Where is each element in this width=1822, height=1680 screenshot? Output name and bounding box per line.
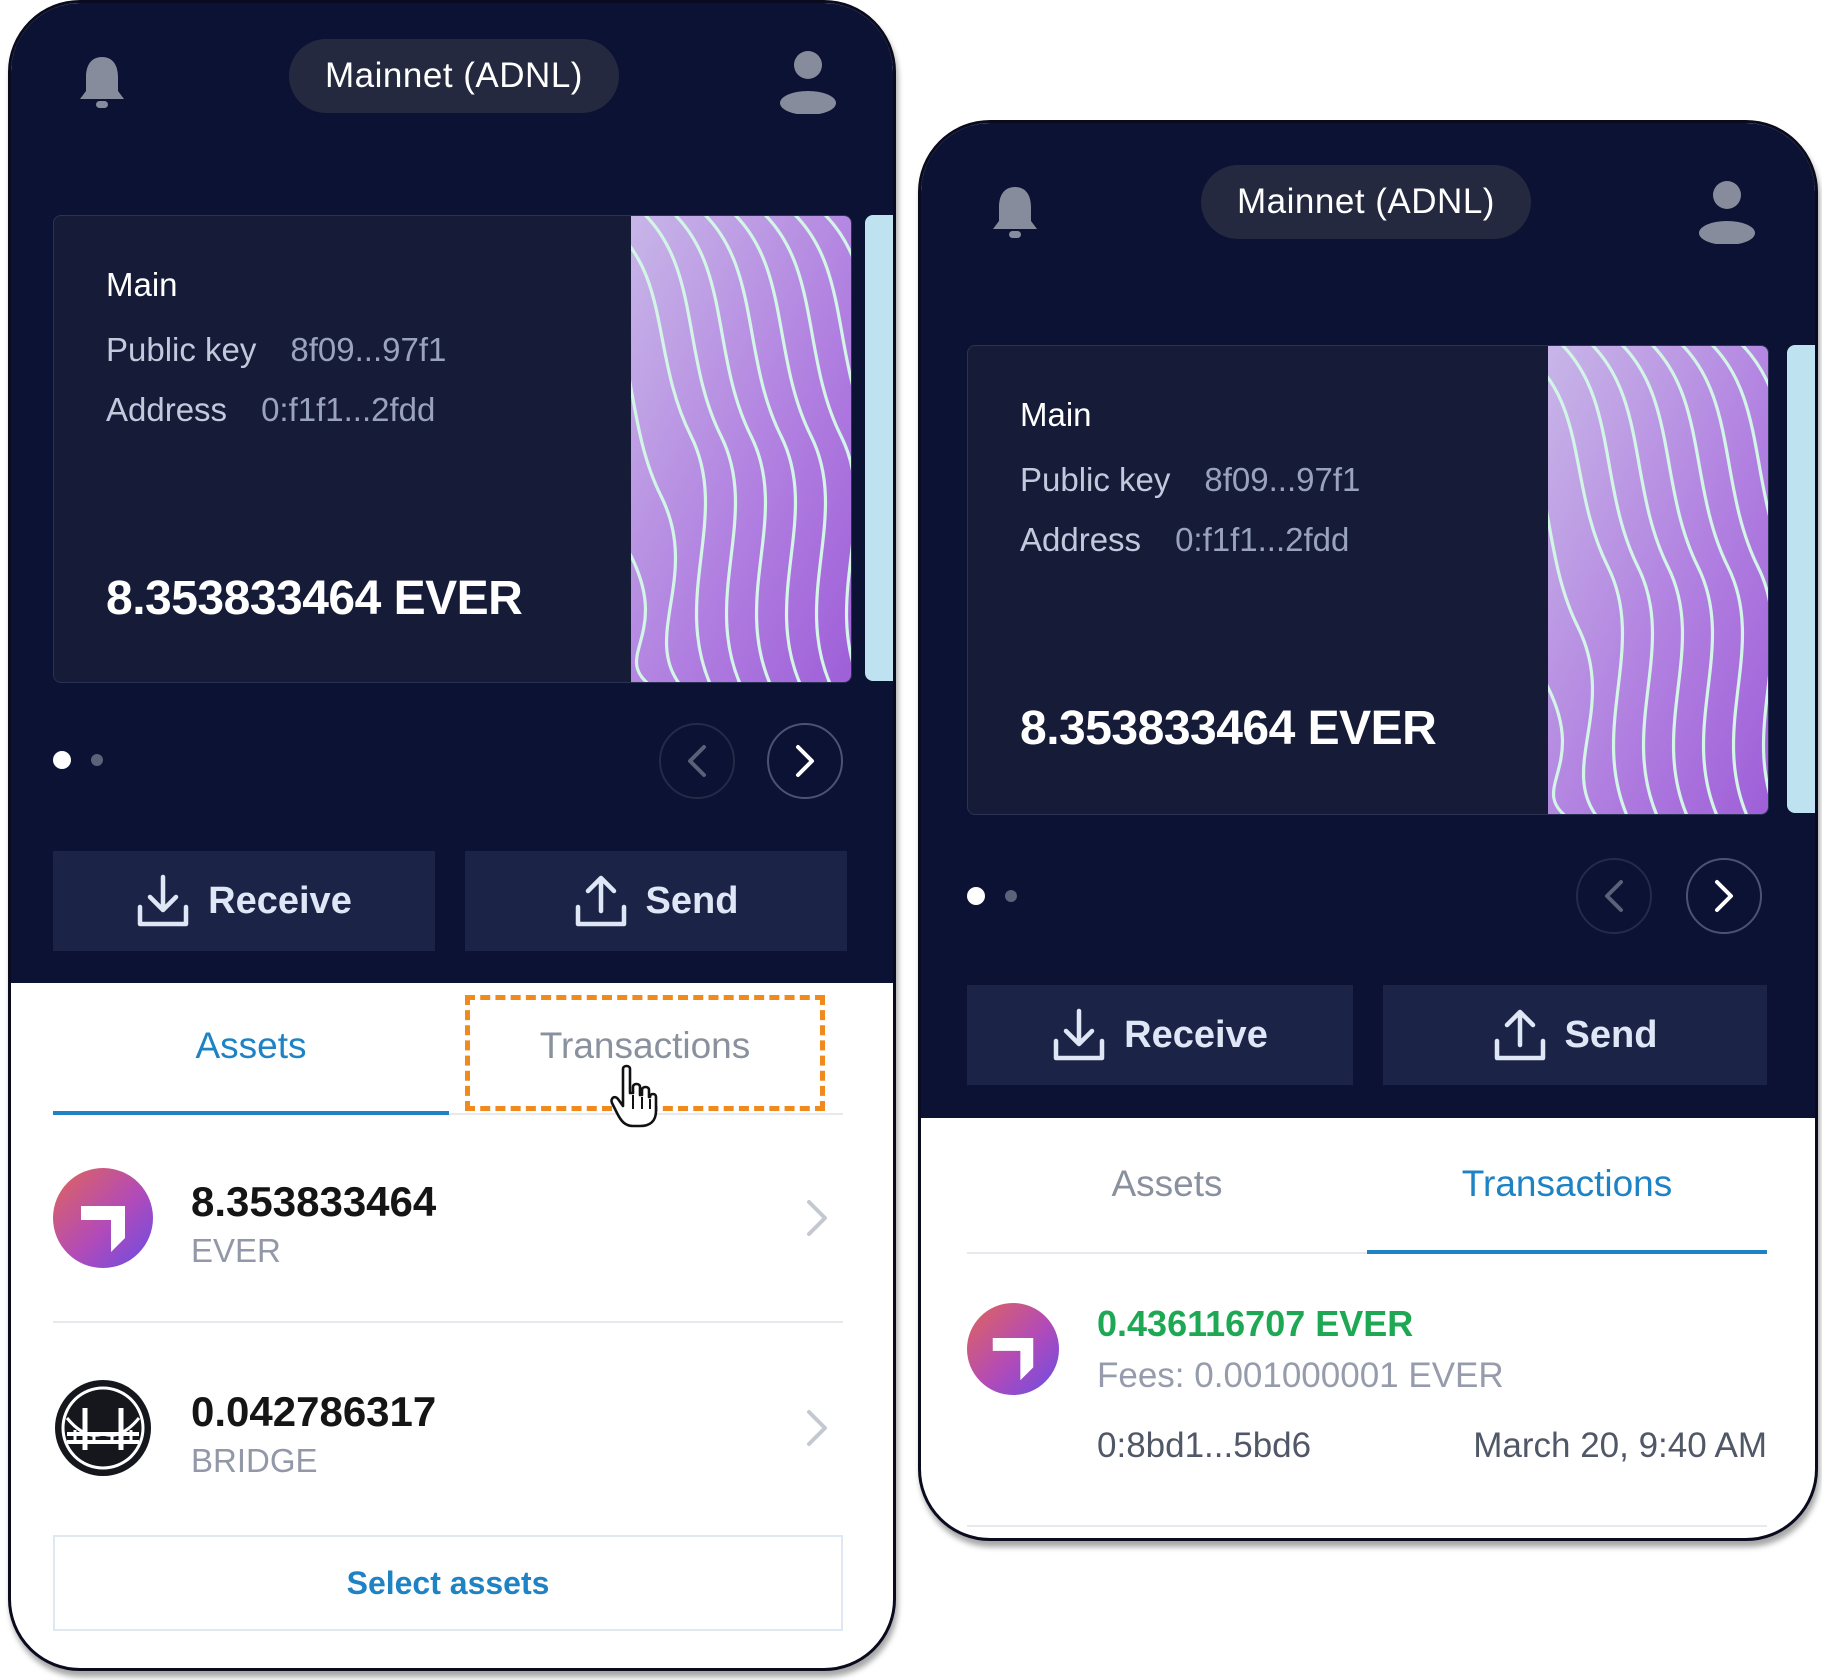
public-key-row: Public key 8f09...97f1 xyxy=(106,331,446,369)
send-button[interactable]: Send xyxy=(465,851,847,951)
address-label: Address xyxy=(1020,521,1142,558)
chevron-left-icon xyxy=(1605,880,1623,912)
account-name: Main xyxy=(1020,396,1092,433)
previous-account-button[interactable] xyxy=(659,723,735,799)
receive-button[interactable]: Receive xyxy=(53,851,435,951)
send-label: Send xyxy=(1564,1013,1658,1056)
asset-divider xyxy=(53,1321,843,1323)
carousel-dot-active[interactable] xyxy=(53,751,71,769)
chevron-right-icon xyxy=(1715,880,1733,912)
card-wave-pattern xyxy=(631,216,851,682)
account-balance: 8.353833464 EVER xyxy=(106,572,523,625)
public-key-value[interactable]: 8f09...97f1 xyxy=(1204,461,1360,498)
chevron-right-icon xyxy=(807,1410,827,1446)
next-account-card-peek[interactable] xyxy=(1787,345,1815,813)
asset-symbol: BRIDGE xyxy=(191,1442,318,1479)
asset-amount: 8.353833464 xyxy=(191,1178,437,1225)
receive-button[interactable]: Receive xyxy=(967,985,1353,1085)
bridge-token-icon xyxy=(55,1380,151,1476)
upload-icon xyxy=(575,875,626,927)
active-tab-indicator xyxy=(53,1111,449,1115)
asset-symbol: EVER xyxy=(191,1232,281,1269)
address-value[interactable]: 0:f1f1...2fdd xyxy=(1175,521,1349,558)
next-account-button[interactable] xyxy=(1686,858,1762,934)
notification-bell-icon[interactable] xyxy=(989,183,1041,243)
user-profile-icon[interactable] xyxy=(777,48,839,114)
address-row: Address 0:f1f1...2fdd xyxy=(106,391,435,429)
carousel-dot[interactable] xyxy=(1005,890,1017,902)
transaction-divider xyxy=(967,1525,1767,1527)
transaction-fees: Fees: 0.001000001 EVER xyxy=(1097,1356,1504,1395)
tab-assets[interactable]: Assets xyxy=(53,1025,449,1067)
wallet-screen-assets: Mainnet (ADNL) Main Public key 8f09...97f… xyxy=(8,0,896,1671)
account-balance: 8.353833464 EVER xyxy=(1020,702,1437,755)
network-selector[interactable]: Mainnet (ADNL) xyxy=(1201,165,1531,239)
notification-bell-icon[interactable] xyxy=(76,53,128,113)
transaction-date: March 20, 9:40 AM xyxy=(1473,1426,1767,1465)
tab-transactions[interactable]: Transactions xyxy=(1367,1163,1767,1205)
public-key-value[interactable]: 8f09...97f1 xyxy=(290,331,446,368)
wallet-screen-transactions: Mainnet (ADNL) Main Public key 8f09...97f… xyxy=(918,120,1818,1541)
chevron-right-icon xyxy=(796,745,814,777)
send-button[interactable]: Send xyxy=(1383,985,1767,1085)
download-icon xyxy=(1053,1008,1105,1061)
address-value[interactable]: 0:f1f1...2fdd xyxy=(261,391,435,428)
transaction-address[interactable]: 0:8bd1...5bd6 xyxy=(1097,1426,1311,1466)
account-card[interactable]: Main Public key 8f09...97f1 Address 0:f1f1… xyxy=(53,215,852,683)
active-tab-indicator xyxy=(1367,1250,1767,1254)
ever-token-icon xyxy=(967,1303,1059,1395)
account-name: Main xyxy=(106,266,178,303)
select-assets-button[interactable]: Select assets xyxy=(53,1535,843,1631)
asset-row-ever[interactable]: 8.353833464 EVER xyxy=(53,1168,843,1318)
public-key-label: Public key xyxy=(1020,461,1171,498)
hand-pointer-cursor-icon xyxy=(610,1064,658,1128)
ever-token-icon xyxy=(53,1168,153,1268)
asset-amount: 0.042786317 xyxy=(191,1388,437,1435)
tab-transactions[interactable]: Transactions xyxy=(465,1025,825,1067)
account-card[interactable]: Main Public key 8f09...97f1 Address 0:f1f1… xyxy=(967,345,1769,815)
public-key-row: Public key 8f09...97f1 xyxy=(1020,461,1360,499)
public-key-label: Public key xyxy=(106,331,257,368)
receive-label: Receive xyxy=(1124,1013,1268,1056)
asset-row-bridge[interactable]: 0.042786317 BRIDGE xyxy=(53,1378,843,1528)
chevron-right-icon xyxy=(807,1200,827,1236)
chevron-left-icon xyxy=(688,745,706,777)
tab-assets[interactable]: Assets xyxy=(967,1163,1367,1205)
upload-icon xyxy=(1494,1009,1545,1061)
address-label: Address xyxy=(106,391,228,428)
transaction-amount[interactable]: 0.436116707 EVER xyxy=(1097,1303,1413,1345)
carousel-dot-active[interactable] xyxy=(967,887,985,905)
next-account-button[interactable] xyxy=(767,723,843,799)
carousel-dot[interactable] xyxy=(91,754,103,766)
network-selector[interactable]: Mainnet (ADNL) xyxy=(289,39,619,113)
next-account-card-peek[interactable] xyxy=(865,215,893,681)
send-label: Send xyxy=(645,879,739,922)
user-profile-icon[interactable] xyxy=(1696,178,1758,244)
receive-label: Receive xyxy=(208,879,352,922)
previous-account-button[interactable] xyxy=(1576,858,1652,934)
address-row: Address 0:f1f1...2fdd xyxy=(1020,521,1349,559)
download-icon xyxy=(137,874,189,927)
card-wave-pattern xyxy=(1548,346,1768,814)
